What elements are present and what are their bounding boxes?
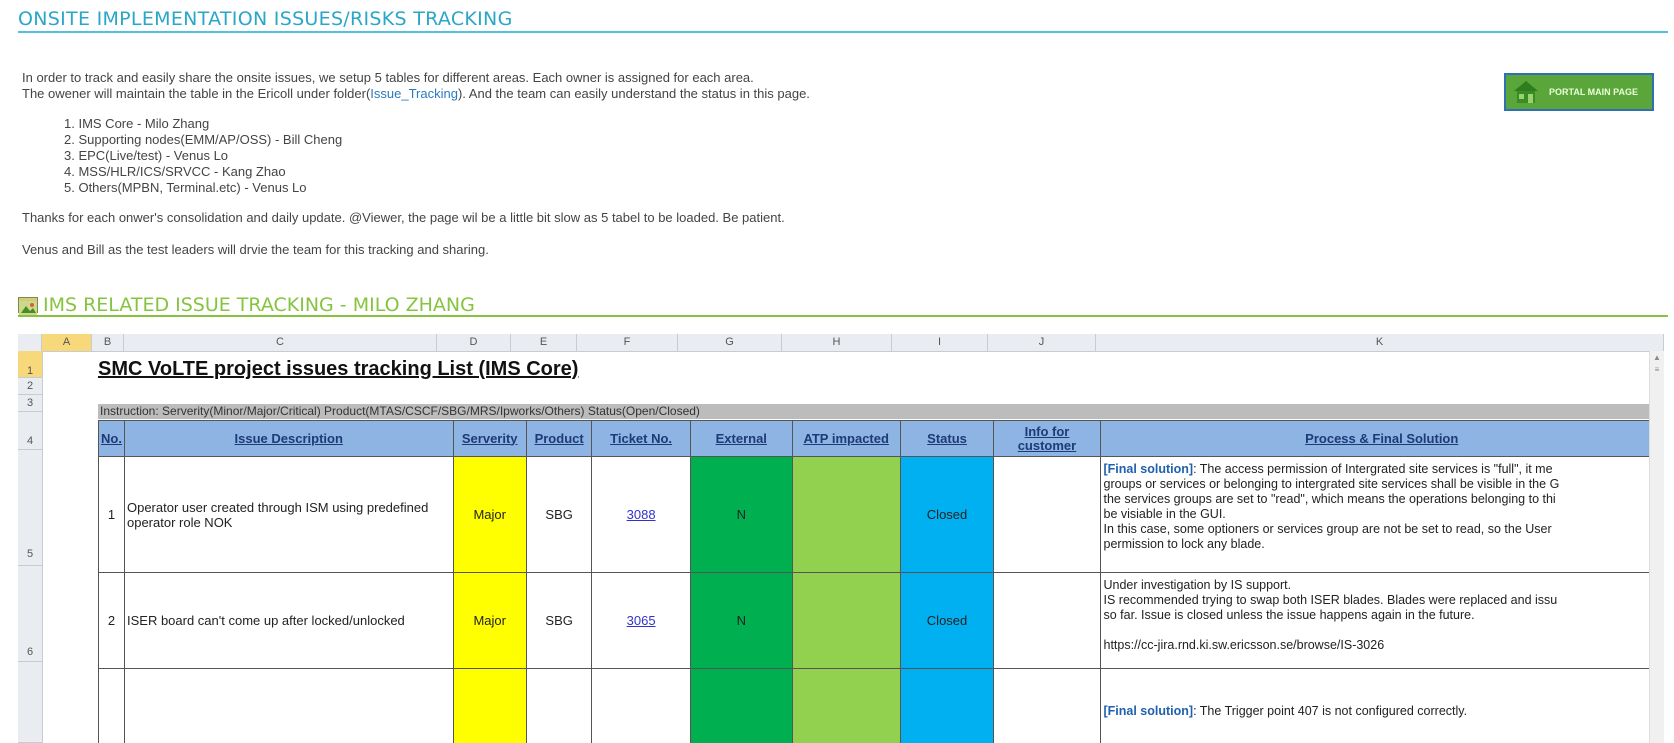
intro-line-1: In order to track and easily share the o… (22, 70, 754, 85)
leaders-text: Venus and Bill as the test leaders will … (22, 242, 489, 257)
portal-button-label: PORTAL MAIN PAGE (1549, 87, 1639, 97)
title-divider (18, 31, 1668, 33)
row-header-5[interactable]: 5 (18, 450, 42, 566)
column-header-i[interactable]: I (892, 334, 988, 351)
area-owner-list: 1. IMS Core - Milo Zhang 2. Supporting n… (64, 116, 342, 196)
table-row: [Final solution]: The Trigger point 407 … (98, 668, 1664, 743)
header-severity[interactable]: Serverity (452, 420, 527, 457)
home-icon (1513, 79, 1539, 105)
portal-main-page-button[interactable]: PORTAL MAIN PAGE (1504, 73, 1654, 111)
cell-solution[interactable]: [Final solution]: The Trigger point 407 … (1099, 668, 1664, 743)
instruction-bar: Instruction: Serverity(Minor/Major/Criti… (98, 404, 1664, 419)
cell-external[interactable]: N (689, 572, 793, 669)
column-header-d[interactable]: D (437, 334, 511, 351)
column-header-c[interactable]: C (124, 334, 437, 351)
list-item: 3. EPC(Live/test) - Venus Lo (64, 148, 229, 163)
cell-ticket-no[interactable] (591, 668, 691, 743)
table-row: 2 ISER board can't come up after locked/… (98, 572, 1664, 669)
row-header-1[interactable]: 1 (18, 351, 42, 378)
cell-external[interactable]: N (689, 456, 793, 573)
row-header-4[interactable]: 4 (18, 412, 42, 450)
row-header-3[interactable]: 3 (18, 395, 42, 412)
cell-ticket-no[interactable]: 3065 (591, 572, 691, 669)
cell-issue-description[interactable]: Operator user created through ISM using … (123, 456, 454, 573)
header-external[interactable]: External (689, 420, 793, 457)
header-product[interactable]: Product (525, 420, 593, 457)
cell-product[interactable]: SBG (525, 572, 593, 669)
column-header-b[interactable]: B (92, 334, 124, 351)
list-item: 4. MSS/HLR/ICS/SRVCC - Kang Zhao (64, 164, 286, 179)
page-title: ONSITE IMPLEMENTATION ISSUES/RISKS TRACK… (18, 8, 513, 30)
cell-no[interactable] (98, 668, 125, 743)
cell-ticket-no[interactable]: 3088 (591, 456, 691, 573)
vertical-scrollbar[interactable]: ▲ ≡ (1649, 351, 1664, 743)
cell-status[interactable] (899, 668, 995, 743)
cell-issue-description[interactable] (123, 668, 454, 743)
intro-line-2: The owener will maintain the table in th… (22, 86, 810, 101)
header-issue-description[interactable]: Issue Description (123, 420, 454, 457)
list-item: 1. IMS Core - Milo Zhang (64, 116, 210, 131)
section-title-text: IMS RELATED ISSUE TRACKING - MILO ZHANG (43, 294, 475, 316)
intro-text: In order to track and easily share the o… (22, 70, 810, 102)
cell-severity[interactable] (452, 668, 527, 743)
cell-info-for-customer[interactable] (993, 668, 1101, 743)
cell-solution[interactable]: [Final solution]: The access permission … (1099, 456, 1664, 573)
scroll-up-icon[interactable]: ▲ (1653, 353, 1661, 362)
cell-info-for-customer[interactable] (993, 456, 1101, 573)
cell-issue-description[interactable]: ISER board can't come up after locked/un… (123, 572, 454, 669)
row-header-7[interactable] (18, 662, 42, 743)
column-header-f[interactable]: F (577, 334, 678, 351)
column-header-g[interactable]: G (678, 334, 782, 351)
cell-no[interactable]: 2 (98, 572, 125, 669)
header-process-final-solution[interactable]: Process & Final Solution (1099, 420, 1664, 457)
issues-table: No. Issue Description Serverity Product … (98, 420, 1664, 743)
row-header-2[interactable]: 2 (18, 378, 42, 395)
list-item: 5. Others(MPBN, Terminal.etc) - Venus Lo (64, 180, 307, 195)
row-header-6[interactable]: 6 (18, 566, 42, 662)
cell-product[interactable]: SBG (525, 456, 593, 573)
cell-solution[interactable]: Under investigation by IS support. IS re… (1099, 572, 1664, 669)
cell-status[interactable]: Closed (899, 572, 995, 669)
cell-severity[interactable]: Major (452, 456, 527, 573)
cell-info-for-customer[interactable] (993, 572, 1101, 669)
column-header-j[interactable]: J (988, 334, 1096, 351)
cell-atp-impacted[interactable] (791, 456, 901, 573)
cell-atp-impacted[interactable] (791, 572, 901, 669)
section-title: IMS RELATED ISSUE TRACKING - MILO ZHANG (18, 294, 475, 316)
header-no[interactable]: No. (98, 420, 125, 457)
corner-cell[interactable] (18, 334, 42, 351)
section-divider (18, 315, 1668, 317)
image-icon (18, 297, 38, 315)
table-row: 1 Operator user created through ISM usin… (98, 456, 1664, 573)
final-solution-tag: [Final solution] (1103, 462, 1194, 476)
cell-product[interactable] (525, 668, 593, 743)
thanks-text: Thanks for each onwer's consolidation an… (22, 210, 785, 225)
cell-severity[interactable]: Major (452, 572, 527, 669)
column-headers: A B C D E F G H I J K (18, 334, 1664, 352)
column-header-k[interactable]: K (1096, 334, 1664, 351)
final-solution-tag: [Final solution] (1103, 704, 1194, 718)
header-ticket-no[interactable]: Ticket No. (591, 420, 691, 457)
sheet-title: SMC VoLTE project issues tracking List (… (98, 358, 579, 380)
spreadsheet[interactable]: A B C D E F G H I J K 1 2 3 4 5 6 SMC Vo… (18, 334, 1664, 743)
list-item: 2. Supporting nodes(EMM/AP/OSS) - Bill C… (64, 132, 343, 147)
table-header-row: No. Issue Description Serverity Product … (98, 420, 1664, 457)
cell-external[interactable] (689, 668, 793, 743)
cell-status[interactable]: Closed (899, 456, 995, 573)
ticket-link[interactable]: 3065 (627, 613, 656, 628)
header-info-for-customer[interactable]: Info for customer (993, 420, 1101, 457)
column-header-a[interactable]: A (42, 334, 92, 351)
issue-tracking-link[interactable]: Issue_Tracking (370, 86, 458, 101)
cell-no[interactable]: 1 (98, 456, 125, 573)
split-handle-icon[interactable]: ≡ (1652, 365, 1662, 375)
column-header-e[interactable]: E (511, 334, 577, 351)
header-status[interactable]: Status (899, 420, 995, 457)
row-headers: 1 2 3 4 5 6 (18, 351, 43, 743)
ticket-link[interactable]: 3088 (627, 507, 656, 522)
cell-atp-impacted[interactable] (791, 668, 901, 743)
column-header-h[interactable]: H (782, 334, 892, 351)
header-atp-impacted[interactable]: ATP impacted (791, 420, 901, 457)
